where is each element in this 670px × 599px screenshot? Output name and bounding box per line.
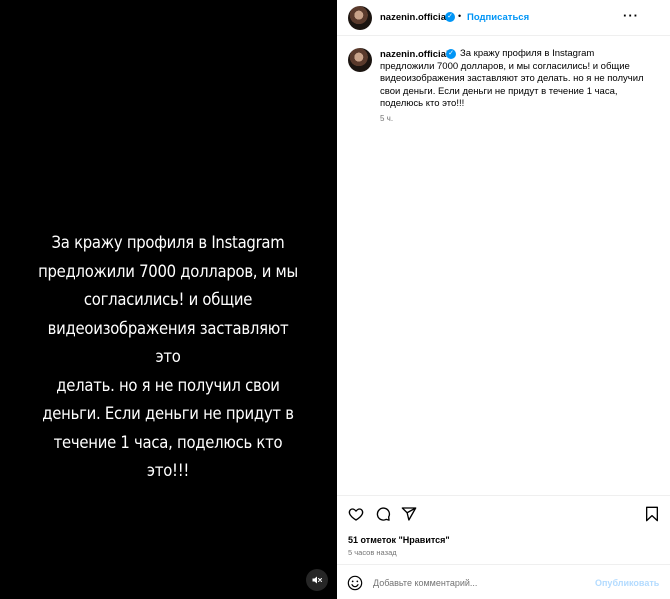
emoji-icon[interactable]: [347, 575, 363, 591]
publish-button[interactable]: Опубликовать: [595, 578, 659, 588]
overlay-line: предложили 7000 долларов, и мы: [38, 261, 298, 281]
likes-count[interactable]: 51 отметок "Нравится": [348, 535, 450, 545]
separator-dot: •: [458, 11, 462, 21]
comment-input[interactable]: [373, 575, 583, 591]
avatar[interactable]: [348, 6, 372, 30]
post-media[interactable]: За кражу профиля в Instagram предложили …: [0, 0, 337, 599]
share-icon[interactable]: [401, 506, 417, 522]
overlay-line: За кражу профиля в Instagram: [51, 233, 285, 252]
post-sidebar: nazenin.official ✓ • Подписаться ··· naz…: [337, 0, 670, 599]
header-username[interactable]: nazenin.official: [380, 12, 449, 23]
speaker-muted-icon: [312, 576, 322, 584]
overlay-line: согласились! и общие: [83, 290, 253, 309]
overlay-line: видеоизображения заставляют это: [47, 318, 289, 367]
heart-icon[interactable]: [348, 506, 364, 522]
overlay-line: деньги. Если деньги не придут в: [42, 404, 294, 423]
comment-icon[interactable]: [375, 506, 391, 522]
verified-badge-icon: ✓: [445, 12, 455, 22]
post-actions: 51 отметок "Нравится" 5 часов назад Опуб…: [337, 495, 670, 599]
mute-button[interactable]: [306, 569, 328, 591]
bookmark-icon[interactable]: [645, 506, 659, 522]
media-overlay-text: За кражу профиля в Instagram предложили …: [33, 229, 303, 486]
caption-text: За кражу профиля в Instagram предложили …: [380, 48, 644, 109]
caption-time[interactable]: 5 ч.: [380, 114, 393, 123]
avatar[interactable]: [348, 48, 372, 72]
overlay-line: течение 1 часа, поделюсь кто это!!!: [53, 432, 283, 481]
more-options-icon[interactable]: ···: [623, 8, 639, 23]
overlay-line: делать. но я не получил свои: [56, 375, 280, 395]
post-header: nazenin.official ✓ • Подписаться ···: [337, 0, 670, 36]
posted-time[interactable]: 5 часов назад: [348, 548, 397, 557]
comment-bar: Опубликовать: [337, 564, 670, 599]
follow-button[interactable]: Подписаться: [467, 12, 529, 23]
